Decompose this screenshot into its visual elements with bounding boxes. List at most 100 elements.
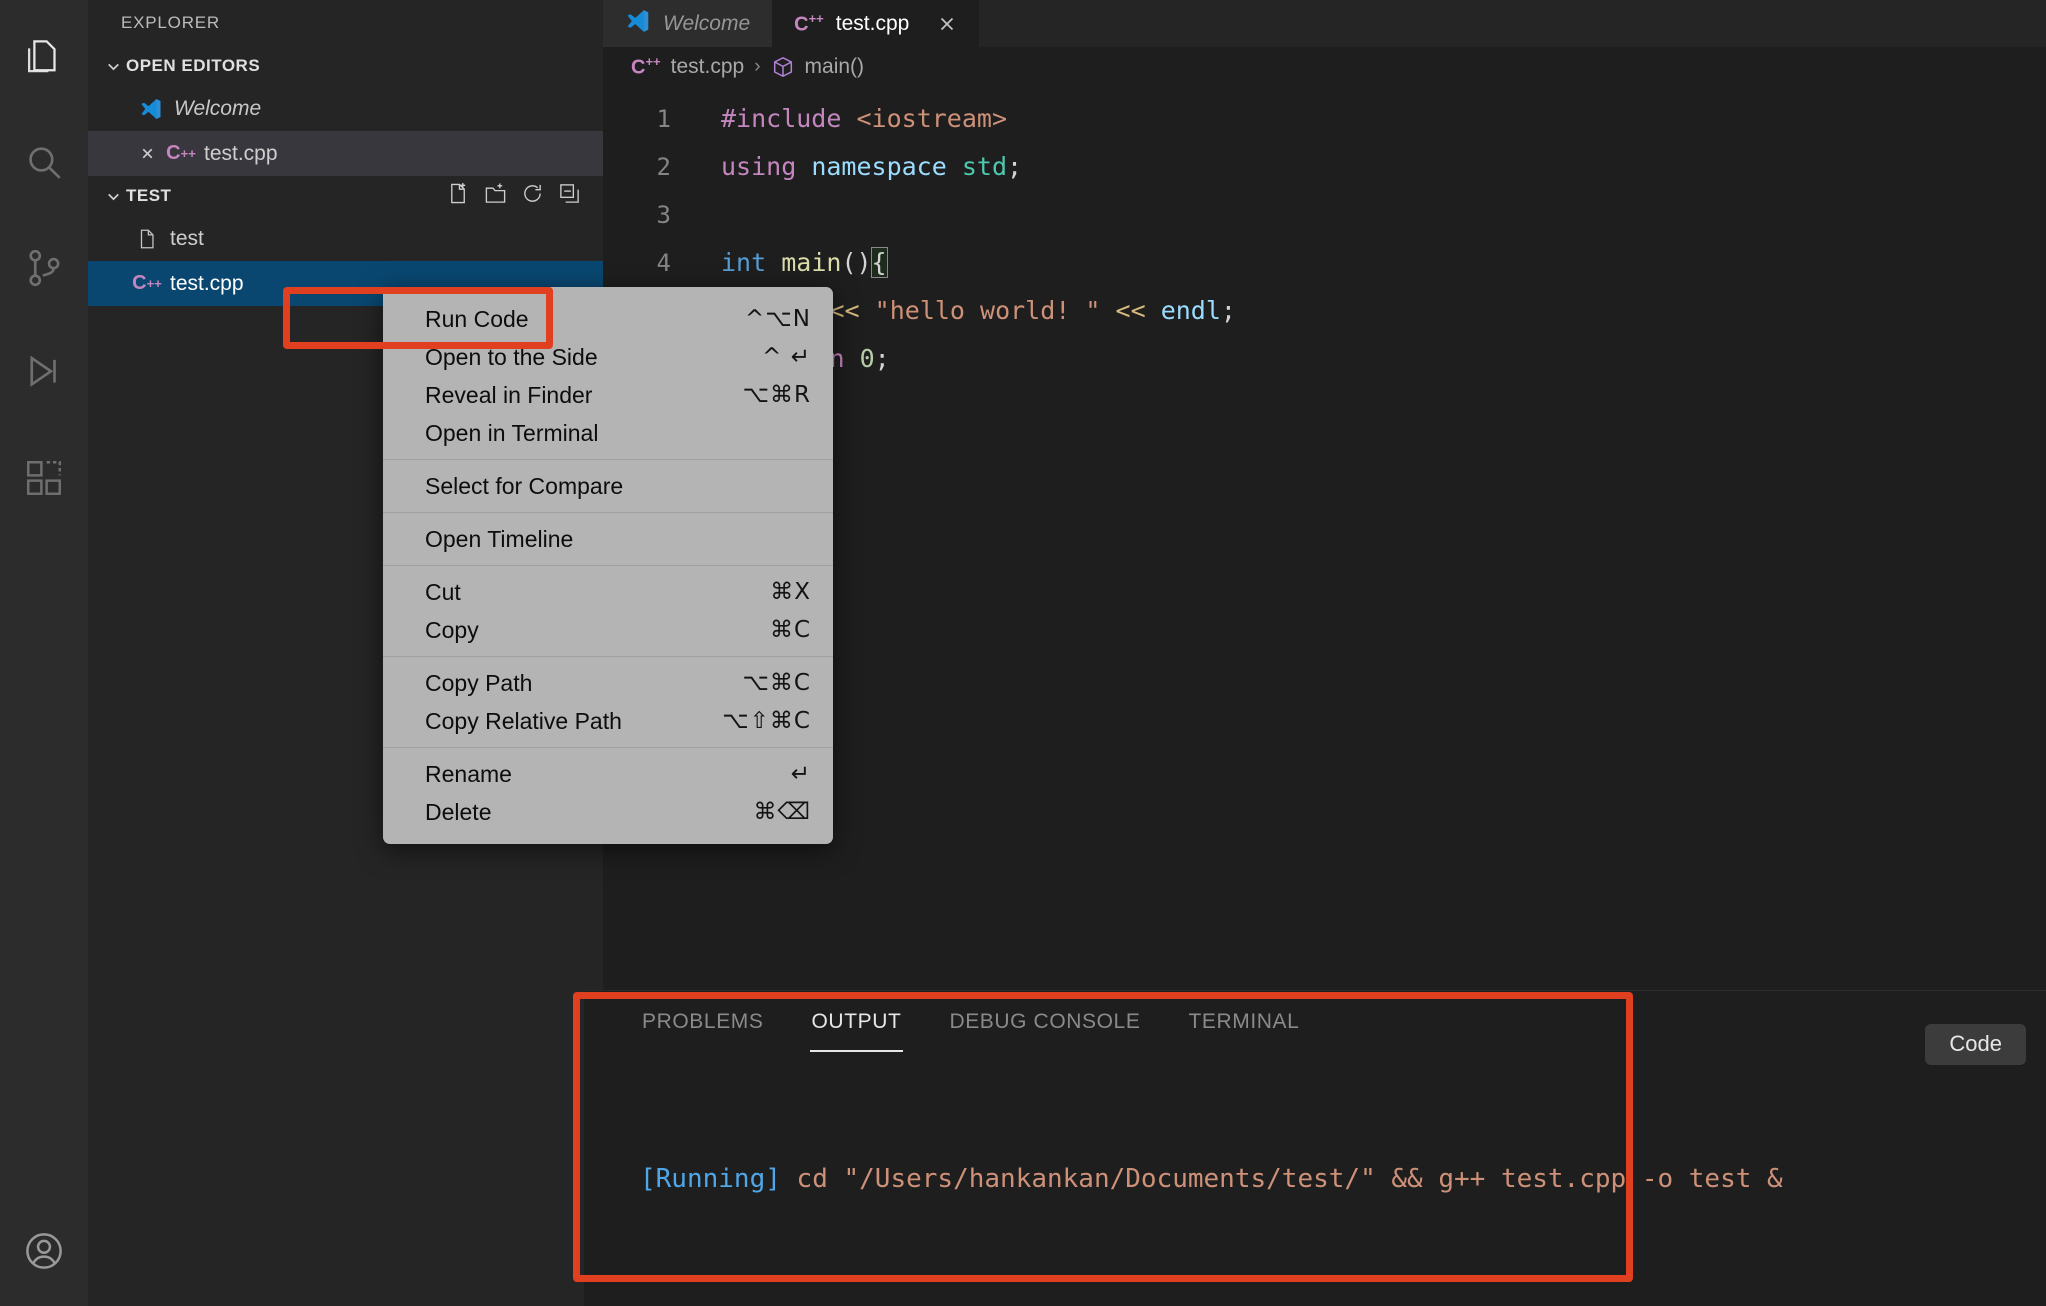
menu-item-open-in-terminal[interactable]: Open in Terminal	[383, 414, 833, 452]
tab-welcome[interactable]: Welcome	[603, 0, 773, 47]
output-command: cd "/Users/hankankan/Documents/test/" &&…	[780, 1164, 1783, 1194]
context-menu-group: Rename ↵ Delete ⌘⌫	[383, 747, 833, 838]
explorer-title: EXPLORER	[121, 13, 220, 32]
open-editors-header[interactable]: OPEN EDITORS	[88, 46, 603, 86]
tab-debug-console[interactable]: DEBUG CONSOLE	[947, 1004, 1142, 1040]
token-string: "hello world! "	[874, 296, 1101, 325]
context-menu-group: Select for Compare	[383, 459, 833, 512]
token-stream-op: <<	[1115, 296, 1146, 325]
menu-item-label: Open to the Side	[425, 343, 598, 370]
token-std: std	[961, 152, 1008, 181]
menu-item-label: Copy Path	[425, 669, 533, 696]
panel-tab-bar: PROBLEMS OUTPUT DEBUG CONSOLE TERMINAL	[584, 991, 2046, 1053]
menu-item-label: Copy	[425, 616, 479, 643]
menu-item-delete[interactable]: Delete ⌘⌫	[383, 793, 833, 831]
file-context-menu: Run Code ^⌥N Open to the Side ^ ↵ Reveal…	[383, 287, 833, 844]
code-line: 2 using namespace std;	[603, 143, 2046, 191]
account-icon	[23, 1230, 65, 1277]
editor-tab-bar: Welcome C++ test.cpp	[603, 0, 2046, 47]
menu-item-shortcut: ⌥⌘C	[742, 670, 811, 696]
activity-item-source-control[interactable]	[0, 218, 88, 323]
code-line-text: using namespace std;	[693, 143, 1022, 191]
tab-terminal[interactable]: TERMINAL	[1186, 1004, 1301, 1040]
open-editor-label: Welcome	[174, 96, 262, 120]
line-number: 2	[656, 153, 671, 181]
menu-item-copy-path[interactable]: Copy Path ⌥⌘C	[383, 664, 833, 702]
open-editor-label: test.cpp	[204, 141, 278, 165]
collapse-all-icon[interactable]	[558, 182, 581, 210]
menu-item-open-timeline[interactable]: Open Timeline	[383, 520, 833, 558]
tab-testcpp[interactable]: C++ test.cpp	[772, 0, 980, 47]
token-open-brace: {	[870, 247, 888, 278]
menu-item-label: Open in Terminal	[425, 419, 599, 446]
menu-item-shortcut: ⌥⇧⌘C	[722, 708, 811, 734]
output-line: hello world!	[640, 1299, 2046, 1306]
open-editor-welcome[interactable]: Welcome	[88, 86, 603, 131]
line-number: 4	[656, 249, 671, 277]
token-using: using	[721, 152, 797, 181]
menu-item-reveal-in-finder[interactable]: Reveal in Finder ⌥⌘R	[383, 376, 833, 414]
vscode-logo-icon	[132, 97, 170, 121]
token-main: main	[781, 248, 842, 277]
activity-item-extensions[interactable]	[0, 428, 88, 533]
menu-item-shortcut: ⌘⌫	[753, 799, 811, 825]
tab-bar-filler	[979, 0, 2046, 47]
token-header: <iostream>	[856, 104, 1007, 133]
cube-icon	[771, 55, 795, 79]
menu-item-label: Copy Relative Path	[425, 707, 622, 734]
new-folder-icon[interactable]	[484, 182, 507, 210]
line-number: 1	[656, 105, 671, 133]
token-namespace: namespace	[811, 152, 947, 181]
explorer-sidebar: EXPLORER OPEN EDITORS Welcome C ++ test.c…	[88, 0, 833, 1306]
menu-item-rename[interactable]: Rename ↵	[383, 755, 833, 793]
cpp-file-icon: C++	[631, 54, 661, 79]
file-row-test[interactable]: test	[88, 216, 603, 261]
menu-item-open-to-the-side[interactable]: Open to the Side ^ ↵	[383, 338, 833, 376]
folder-section-header[interactable]: TEST	[88, 176, 603, 216]
menu-item-shortcut: ↵	[790, 761, 811, 787]
activity-item-account[interactable]	[0, 1201, 88, 1306]
close-icon[interactable]	[937, 14, 957, 34]
folder-actions	[447, 182, 603, 210]
context-menu-group: Run Code ^⌥N Open to the Side ^ ↵ Reveal…	[383, 293, 833, 459]
activity-item-run-and-debug[interactable]	[0, 323, 88, 428]
breadcrumb-separator: ›	[754, 56, 761, 77]
breadcrumb-file[interactable]: test.cpp	[671, 55, 745, 79]
menu-item-run-code[interactable]: Run Code ^⌥N	[383, 300, 833, 338]
menu-item-label: Open Timeline	[425, 525, 574, 552]
vscode-logo-icon	[625, 8, 651, 40]
generic-file-icon	[128, 228, 166, 250]
output-channel-selector[interactable]: Code	[1925, 1024, 2026, 1065]
refresh-icon[interactable]	[521, 182, 544, 210]
source-control-icon	[23, 247, 65, 294]
close-icon[interactable]	[132, 145, 162, 162]
tab-label: Welcome	[663, 11, 751, 35]
token-include: #include	[721, 104, 842, 133]
search-icon	[23, 142, 65, 189]
menu-item-label: Select for Compare	[425, 472, 624, 499]
tab-output[interactable]: OUTPUT	[809, 1004, 904, 1052]
chevron-down-icon	[100, 58, 126, 75]
menu-item-shortcut: ⌘C	[769, 617, 811, 643]
open-editors-label: OPEN EDITORS	[126, 56, 261, 75]
menu-item-select-for-compare[interactable]: Select for Compare	[383, 467, 833, 505]
folder-name-label: TEST	[126, 186, 172, 205]
new-file-icon[interactable]	[447, 182, 470, 210]
code-line-text: int main(){	[693, 239, 888, 287]
context-menu-group: Cut ⌘X Copy ⌘C	[383, 565, 833, 656]
line-number: 3	[656, 201, 671, 229]
tab-problems[interactable]: PROBLEMS	[640, 1004, 766, 1040]
menu-item-copy[interactable]: Copy ⌘C	[383, 611, 833, 649]
menu-item-copy-relative-path[interactable]: Copy Relative Path ⌥⇧⌘C	[383, 702, 833, 740]
code-line: 1 #include <iostream>	[603, 95, 2046, 143]
bottom-panel: PROBLEMS OUTPUT DEBUG CONSOLE TERMINAL C…	[584, 990, 2046, 1306]
file-label: test	[170, 226, 204, 250]
activity-item-explorer[interactable]	[0, 8, 88, 113]
menu-item-cut[interactable]: Cut ⌘X	[383, 573, 833, 611]
activity-item-search[interactable]	[0, 113, 88, 218]
context-menu-group: Open Timeline	[383, 512, 833, 565]
open-editor-testcpp[interactable]: C ++ test.cpp	[88, 131, 603, 176]
code-line-text: #include <iostream>	[693, 95, 1007, 143]
breadcrumb-symbol[interactable]: main()	[805, 55, 865, 79]
